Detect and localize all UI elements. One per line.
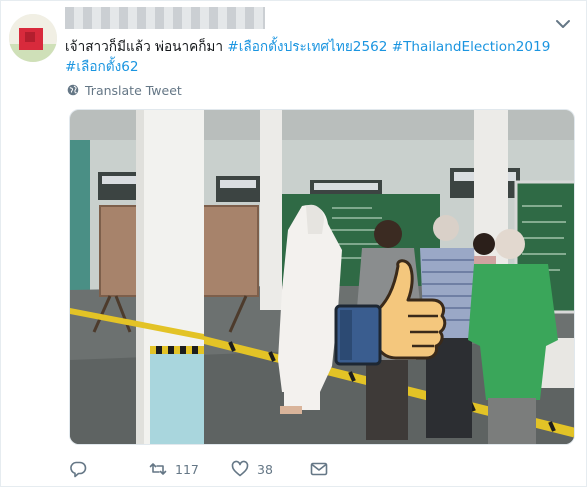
hashtag-link[interactable]: #ThailandElection2019 (392, 39, 551, 55)
translate-tweet-link[interactable]: Translate Tweet (67, 81, 182, 99)
tweet-text: เจ้าสาวก็มีแล้ว พ่อนาคก็มา #เลือกตั้งประ… (65, 37, 575, 77)
reply-button[interactable] (69, 457, 87, 481)
retweet-count: 117 (175, 461, 199, 477)
hashtag-link[interactable]: #เลือกตั้งประเทศไทย2562 (227, 39, 387, 55)
tweet-photo[interactable] (69, 109, 575, 445)
like-button[interactable]: 38 (231, 457, 273, 481)
translate-label: Translate Tweet (85, 82, 182, 98)
envelope-icon (310, 462, 328, 476)
tweet-actions: 117 38 (65, 457, 445, 481)
globe-icon (67, 84, 79, 96)
reply-icon (70, 461, 87, 478)
heart-icon (231, 460, 249, 477)
tweet-body: เจ้าสาวก็มีแล้ว พ่อนาคก็มา (65, 39, 228, 55)
author-name-redacted[interactable] (65, 7, 265, 29)
chevron-down-icon[interactable] (553, 15, 573, 33)
like-count: 38 (257, 461, 273, 477)
direct-message-button[interactable] (310, 457, 328, 481)
avatar[interactable] (9, 14, 57, 62)
retweet-icon (149, 463, 167, 475)
retweet-button[interactable]: 117 (149, 457, 199, 481)
hashtag-link[interactable]: #เลือกตั้ง62 (65, 59, 139, 75)
tweet-card: เจ้าสาวก็มีแล้ว พ่อนาคก็มา #เลือกตั้งประ… (0, 0, 587, 487)
